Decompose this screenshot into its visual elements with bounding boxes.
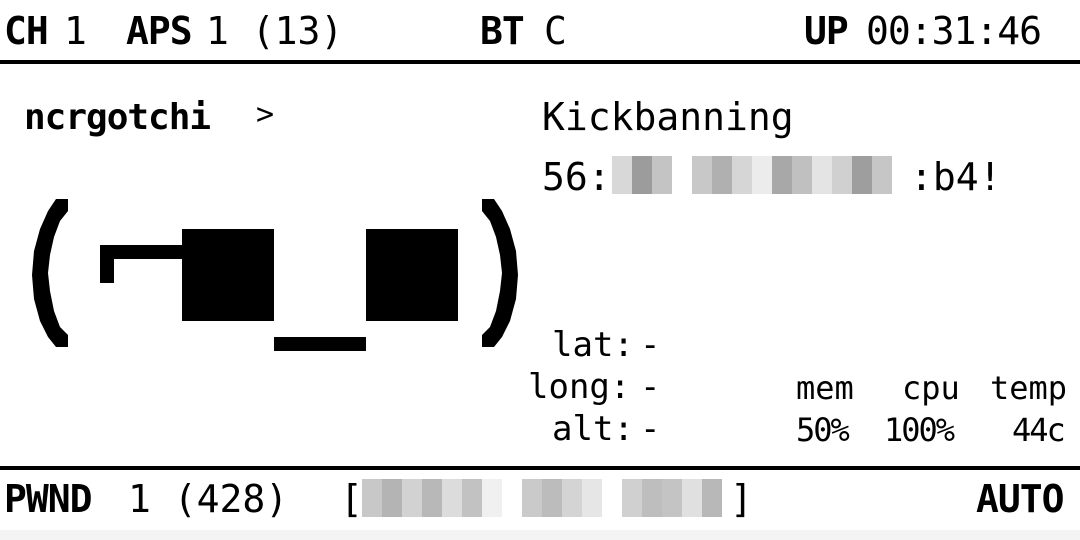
bottom-margin [0,530,1080,540]
redacted-network-name [362,479,722,517]
left-paren-mark [32,199,68,347]
pwnd-label: PWND [4,477,93,521]
left-lens-mark [182,229,274,321]
pwnd-value: 1 (428) [128,477,289,521]
pwnagotchi-display: CH 1 APS 1 (13) BT C UP 00:31:46 ncrgotc… [0,0,1080,530]
aps-value: 1 (13) [206,9,344,53]
mem-label: mem [796,369,854,407]
mac-suffix: :b4! [910,155,1002,199]
gps-alt-value: - [640,409,661,449]
cpu-value: 100% [884,411,955,449]
gps-alt-label: alt: [552,409,634,449]
temp-label: temp [990,369,1068,407]
glasses-hinge-mark [100,245,114,283]
right-paren-mark [482,199,518,347]
header-divider [0,60,1080,64]
redacted-mac [612,156,900,194]
uptime-label: UP [804,9,849,53]
bluetooth-value: C [544,9,567,53]
name-prompt: > [256,97,275,132]
bluetooth-label: BT [480,9,525,53]
mem-value: 50% [796,411,850,449]
aps-label: APS [126,9,193,53]
cpu-label: cpu [902,369,960,407]
footer-divider [0,466,1080,470]
pwnd-bracket-close: ] [730,477,753,521]
right-lens-mark [366,229,458,321]
status-text: Kickbanning [542,95,794,139]
unit-name: ncrgotchi [24,97,211,138]
face-emoticon [20,185,530,360]
temp-value: 44c [1012,411,1066,449]
gps-lat-value: - [640,325,661,365]
face-art [32,199,518,351]
channel-label: CH [4,9,49,53]
pwnd-bracket-open: [ [340,477,363,521]
mac-prefix: 56: [542,155,611,199]
gps-long-label: long: [528,367,631,407]
mouth-mark [274,337,366,351]
mode-indicator: AUTO [976,477,1065,521]
channel-value: 1 [64,9,87,53]
gps-long-value: - [640,367,661,407]
gps-lat-label: lat: [552,325,634,365]
uptime-value: 00:31:46 [866,9,1042,53]
